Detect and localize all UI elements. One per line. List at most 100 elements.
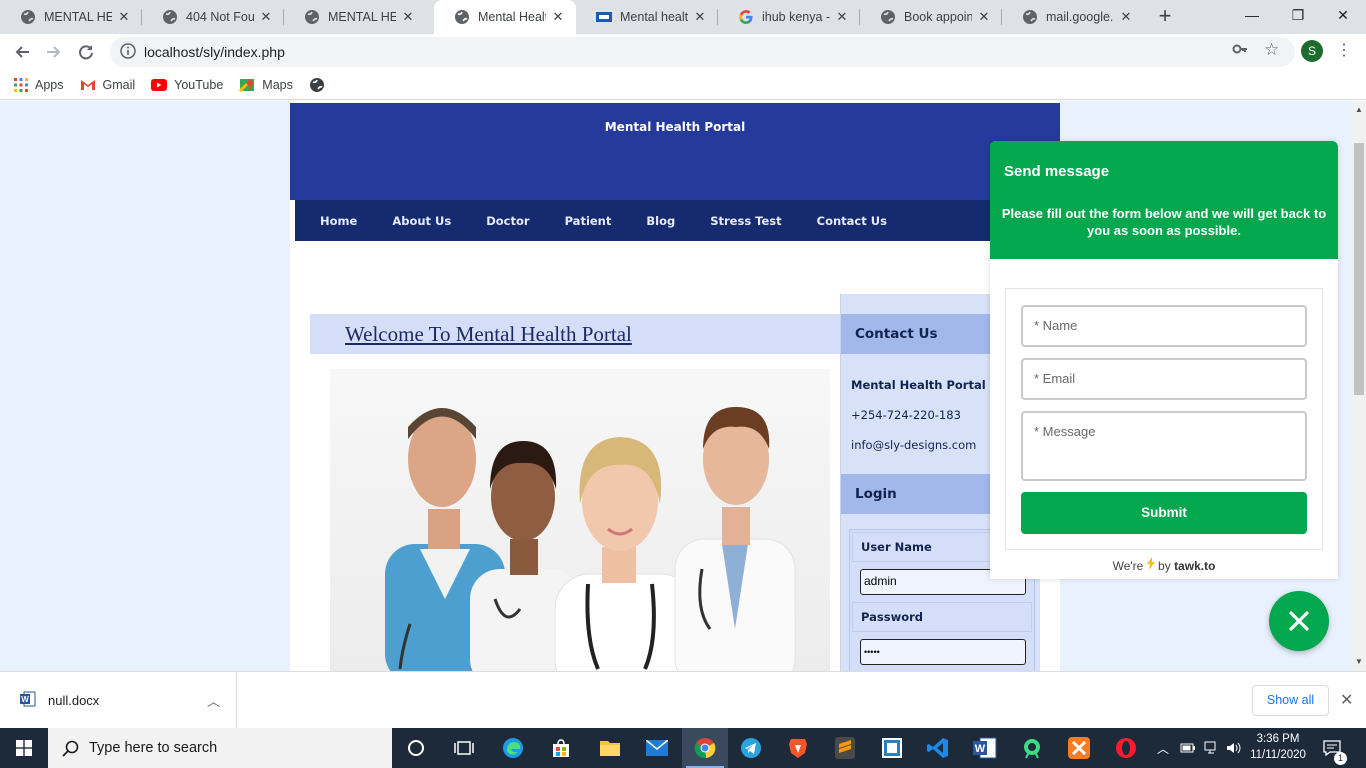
bookmark-label: YouTube — [174, 77, 224, 92]
android-studio-icon[interactable] — [1018, 734, 1046, 762]
site-logo-icon — [596, 9, 612, 25]
nav-about-us[interactable]: About Us — [392, 214, 451, 228]
close-tab-icon[interactable]: ✕ — [1118, 9, 1134, 25]
close-tab-icon[interactable]: ✕ — [550, 9, 566, 25]
close-window-button[interactable]: ✕ — [1320, 0, 1366, 30]
password-label: Password — [852, 602, 1032, 632]
globe-icon — [309, 77, 325, 93]
brave-icon[interactable] — [784, 734, 812, 762]
screen-capture-icon[interactable] — [878, 734, 906, 762]
download-file-name: null.docx — [48, 692, 100, 708]
chat-widget-header: Send message Please fill out the form be… — [990, 141, 1338, 259]
close-tab-icon[interactable]: ✕ — [400, 9, 416, 25]
chat-widget: Send message Please fill out the form be… — [990, 141, 1338, 579]
edge-icon[interactable] — [499, 734, 527, 762]
chevron-up-icon[interactable]: ︿ — [207, 691, 220, 710]
tab-404[interactable]: 404 Not Found ✕ — [142, 0, 284, 34]
profile-avatar[interactable]: S — [1301, 40, 1323, 62]
tab-ihub-kenya[interactable]: ihub kenya - G ✕ — [718, 0, 860, 34]
globe-icon — [20, 9, 36, 25]
close-tab-icon[interactable]: ✕ — [692, 9, 708, 25]
nav-blog[interactable]: Blog — [646, 214, 675, 228]
globe-icon — [454, 9, 470, 25]
close-download-bar-icon[interactable]: ✕ — [1340, 690, 1353, 710]
tab-mail-google[interactable]: mail.google.co ✕ — [1002, 0, 1144, 34]
tab-title: 404 Not Found — [186, 10, 254, 24]
chrome-icon[interactable] — [691, 734, 719, 762]
nav-stress-test[interactable]: Stress Test — [710, 214, 781, 228]
site-nav: Home About Us Doctor Patient Blog Stress… — [295, 200, 1060, 241]
start-button[interactable] — [0, 728, 48, 768]
back-button[interactable] — [8, 38, 36, 66]
tab-mental-health-3[interactable]: Mental health ✕ — [576, 0, 718, 34]
chat-email-input[interactable]: * Email — [1021, 358, 1307, 400]
chat-widget-footer[interactable]: We're by tawk.to — [990, 557, 1338, 573]
close-tab-icon[interactable]: ✕ — [834, 9, 850, 25]
word-icon[interactable]: W — [971, 734, 999, 762]
network-icon[interactable] — [1204, 728, 1220, 768]
google-icon — [738, 9, 754, 25]
notifications-button[interactable]: 1 — [1322, 728, 1347, 768]
nav-doctor[interactable]: Doctor — [486, 214, 529, 228]
mail-icon[interactable] — [643, 734, 671, 762]
taskbar-search-box[interactable]: Type here to search — [48, 728, 392, 768]
bookmark-globe[interactable] — [309, 77, 332, 93]
download-item[interactable]: W null.docx ︿ — [0, 672, 237, 728]
youtube-icon — [151, 78, 168, 91]
chat-close-button[interactable] — [1269, 591, 1329, 651]
restore-button[interactable]: ❐ — [1275, 0, 1321, 30]
chat-name-input[interactable]: * Name — [1021, 305, 1307, 347]
close-tab-icon[interactable]: ✕ — [976, 9, 992, 25]
tab-title: mail.google.co — [1046, 10, 1114, 24]
telegram-icon[interactable] — [737, 734, 765, 762]
chat-submit-button[interactable]: Submit — [1021, 492, 1307, 534]
scroll-up-arrow-icon[interactable]: ▲ — [1352, 105, 1366, 114]
bookmark-gmail[interactable]: Gmail — [80, 77, 136, 92]
chat-message-input[interactable]: * Message — [1021, 411, 1307, 481]
nav-contact-us[interactable]: Contact Us — [817, 214, 887, 228]
bookmark-youtube[interactable]: YouTube — [151, 78, 223, 92]
scroll-thumb[interactable] — [1354, 143, 1364, 395]
forward-button[interactable] — [40, 38, 68, 66]
file-explorer-icon[interactable] — [596, 734, 624, 762]
sublime-text-icon[interactable] — [831, 734, 859, 762]
address-bar[interactable]: localhost/sly/index.php — [110, 37, 1295, 67]
scroll-down-arrow-icon[interactable]: ▼ — [1352, 657, 1366, 666]
tab-mental-health-2[interactable]: MENTAL HEALTH ✕ — [284, 0, 426, 34]
vscode-icon[interactable] — [924, 734, 952, 762]
close-tab-icon[interactable]: ✕ — [116, 9, 132, 25]
opera-icon[interactable] — [1112, 734, 1140, 762]
task-view-icon[interactable] — [450, 734, 478, 762]
bookmark-maps[interactable]: Maps — [239, 77, 293, 93]
nav-patient[interactable]: Patient — [565, 214, 612, 228]
bookmark-apps[interactable]: Apps — [14, 77, 64, 92]
tab-book-appointment[interactable]: Book appointm ✕ — [860, 0, 1002, 34]
battery-icon[interactable] — [1180, 728, 1196, 768]
svg-text:W: W — [21, 695, 29, 704]
site-header: Mental Health Portal — [290, 103, 1060, 200]
key-icon[interactable] — [1232, 41, 1248, 61]
url-text: localhost/sly/index.php — [144, 44, 285, 60]
close-tab-icon[interactable]: ✕ — [258, 9, 274, 25]
browser-menu-icon[interactable]: ⋮ — [1336, 40, 1352, 60]
bookmark-star-icon[interactable]: ☆ — [1264, 40, 1279, 60]
welcome-heading-link[interactable]: Welcome To Mental Health Portal — [345, 322, 632, 347]
back-arrow-icon — [15, 46, 29, 58]
password-input[interactable]: ••••• — [860, 639, 1026, 665]
info-icon[interactable] — [120, 42, 136, 62]
reload-button[interactable] — [72, 38, 100, 66]
xampp-icon[interactable] — [1065, 734, 1093, 762]
page-scrollbar[interactable]: ▲ ▼ — [1352, 101, 1366, 671]
new-tab-button[interactable]: + — [1153, 4, 1177, 28]
volume-icon[interactable] — [1226, 728, 1242, 768]
tab-mental-health-active[interactable]: Mental Health ✕ — [434, 0, 576, 34]
store-icon[interactable] — [547, 734, 575, 762]
minimize-button[interactable]: — — [1229, 0, 1275, 30]
system-clock[interactable]: 3:36 PM 11/11/2020 — [1245, 731, 1311, 763]
cortana-icon[interactable] — [402, 734, 430, 762]
tab-mental-health-1[interactable]: MENTAL HEALTH ✕ — [0, 0, 142, 34]
show-hidden-icons[interactable]: ︿ — [1157, 728, 1169, 768]
bookmark-label: Gmail — [102, 77, 136, 92]
nav-home[interactable]: Home — [320, 214, 357, 228]
show-all-downloads-button[interactable]: Show all — [1252, 685, 1329, 716]
